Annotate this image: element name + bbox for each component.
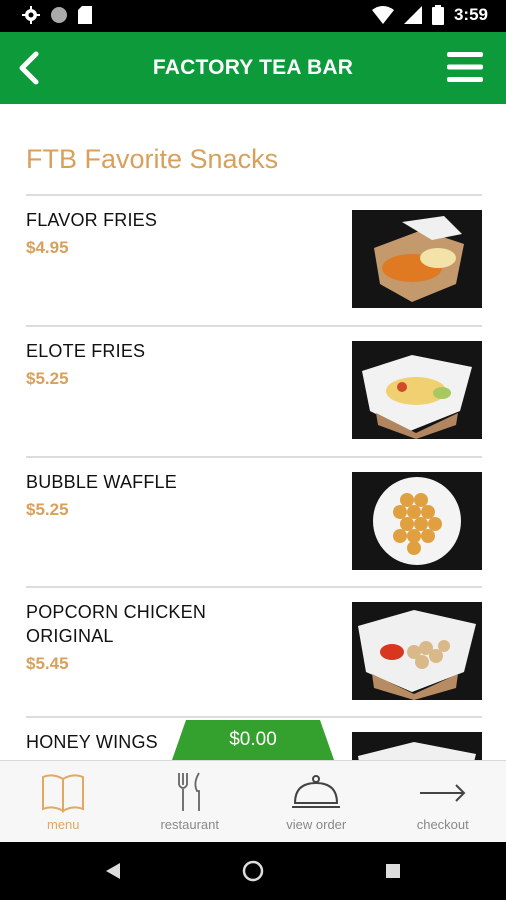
status-time: 3:59 <box>453 5 488 24</box>
item-name: BUBBLE WAFFLE <box>26 472 177 492</box>
section-title: FTB Favorite Snacks <box>26 144 279 174</box>
item-name: ELOTE FRIES <box>26 341 146 361</box>
status-bar: 3:59 <box>0 0 506 32</box>
item-photo <box>352 210 482 308</box>
nav-checkout[interactable]: checkout <box>380 761 506 842</box>
item-price: $5.25 <box>26 369 69 388</box>
item-name: FLAVOR FRIES <box>26 210 158 230</box>
signal-icon <box>403 6 422 24</box>
item-photo <box>352 341 482 439</box>
item-price: $4.95 <box>26 238 69 257</box>
android-recents-icon[interactable] <box>385 863 401 879</box>
item-photo <box>352 732 482 760</box>
wifi-icon <box>371 6 394 24</box>
settings-icon <box>22 6 40 24</box>
nav-label: restaurant <box>160 817 220 832</box>
hamburger-menu-button[interactable] <box>446 50 484 84</box>
nav-label: checkout <box>416 817 469 832</box>
circle-status-icon <box>51 7 67 23</box>
menu-item[interactable]: BUBBLE WAFFLE $5.25 <box>0 458 506 588</box>
fork-knife-icon <box>177 772 200 811</box>
menu-item[interactable]: ELOTE FRIES $5.25 <box>0 327 506 457</box>
arrow-right-icon <box>419 784 465 802</box>
android-home-icon[interactable] <box>242 860 264 882</box>
hamburger-icon <box>447 52 483 82</box>
android-nav-bar <box>0 842 506 900</box>
bottom-nav: menu restaurant view order checkout <box>0 760 506 842</box>
cloche-icon <box>292 775 340 808</box>
nav-view-order[interactable]: view order <box>253 761 380 842</box>
app-title: FACTORY TEA BAR <box>152 56 354 79</box>
menu-item[interactable]: POPCORN CHICKEN ORIGINAL $5.45 <box>0 588 506 718</box>
nav-label: view order <box>286 817 347 832</box>
nav-label: menu <box>46 817 80 832</box>
item-price: $5.45 <box>26 654 69 673</box>
app-header: FACTORY TEA BAR <box>0 32 506 104</box>
item-photo <box>352 472 482 570</box>
battery-icon <box>431 5 444 25</box>
sim-card-icon <box>78 6 92 24</box>
item-photo <box>352 602 482 700</box>
item-name: POPCORN CHICKEN ORIGINAL <box>26 602 207 646</box>
cart-total: $0.00 <box>229 729 277 750</box>
android-back-icon[interactable] <box>104 862 122 880</box>
item-price: $5.25 <box>26 500 69 519</box>
nav-menu[interactable]: menu <box>0 761 127 842</box>
nav-restaurant[interactable]: restaurant <box>127 761 254 842</box>
cart-total-banner[interactable]: $0.00 <box>172 720 334 760</box>
book-icon <box>42 774 84 813</box>
menu-item[interactable]: FLAVOR FRIES $4.95 <box>0 196 506 326</box>
